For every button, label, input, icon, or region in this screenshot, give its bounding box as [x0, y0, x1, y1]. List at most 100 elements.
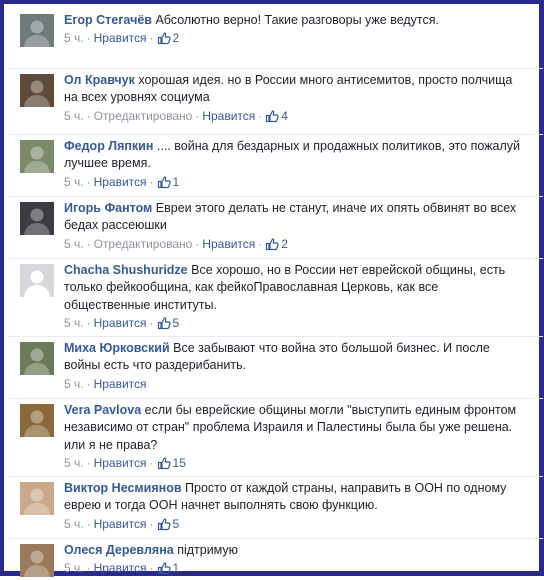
thumbs-up-icon: [266, 109, 279, 122]
author-name-link[interactable]: Chacha Shushuridze: [64, 263, 188, 277]
edited-label[interactable]: Отредактировано: [94, 109, 193, 123]
separator-dot: ·: [149, 561, 154, 576]
comment-timestamp[interactable]: 5 ч.: [64, 316, 84, 330]
comment-body: Егор Стегачёв Абсолютно верно! Такие раз…: [64, 12, 522, 46]
like-count[interactable]: 15: [157, 456, 186, 470]
avatar[interactable]: [20, 74, 54, 107]
comment-timestamp[interactable]: 5 ч.: [64, 31, 84, 45]
like-count-number: 1: [172, 561, 180, 576]
thumbs-up-icon: [266, 237, 279, 250]
comment-content: Chacha Shushuridze Все хорошо, но в Росс…: [64, 262, 522, 314]
comment-meta: 5 ч. · Нравится: [64, 376, 522, 392]
comment-meta: 5 ч. · Нравится · 1: [64, 174, 522, 190]
like-button[interactable]: Нравится: [94, 456, 147, 470]
comment-timestamp[interactable]: 5 ч.: [64, 109, 84, 123]
like-button[interactable]: Нравится: [94, 561, 147, 575]
separator-dot: ·: [86, 31, 91, 46]
like-count-number: 5: [172, 516, 180, 531]
comment-timestamp[interactable]: 5 ч.: [64, 456, 84, 470]
separator-dot: ·: [149, 455, 154, 470]
comment: Chacha Shushuridze Все хорошо, но в Росс…: [8, 258, 543, 337]
like-button[interactable]: Нравится: [94, 31, 147, 45]
author-name-link[interactable]: Егор Стегачёв: [64, 13, 152, 27]
comment-timestamp[interactable]: 5 ч.: [64, 517, 84, 531]
separator-dot: ·: [86, 315, 91, 330]
avatar[interactable]: [20, 14, 54, 47]
comment: Федор Ляпкин .... война для бездарных и …: [8, 134, 543, 197]
edited-label[interactable]: Отредактировано: [94, 237, 193, 251]
like-button[interactable]: Нравится: [94, 316, 147, 330]
comment-text: Абсолютно верно! Такие разговоры уже вед…: [155, 13, 439, 27]
comment-meta: 5 ч. · Нравится · 5: [64, 516, 522, 532]
comment-body: Ол Кравчук хорошая идея. но в России мно…: [64, 72, 522, 124]
separator-dot: ·: [86, 561, 91, 576]
like-button[interactable]: Нравится: [94, 175, 147, 189]
separator-dot: ·: [258, 236, 263, 251]
like-count[interactable]: 4: [265, 109, 288, 123]
comment-timestamp[interactable]: 5 ч.: [64, 377, 84, 391]
author-name-link[interactable]: Миха Юрковский: [64, 341, 170, 355]
thumbs-up-icon: [157, 175, 171, 188]
like-count[interactable]: 5: [157, 315, 180, 330]
like-count-number: 15: [172, 455, 186, 470]
thumbs-up-icon: [157, 457, 171, 469]
author-name-link[interactable]: Игорь Фантом: [64, 201, 152, 215]
avatar[interactable]: [20, 342, 54, 375]
avatar[interactable]: [20, 404, 54, 437]
comment-timestamp[interactable]: 5 ч.: [64, 237, 84, 251]
author-name-link[interactable]: Федор Ляпкин: [64, 139, 153, 153]
comment: Виктор Несмиянов Просто от каждой страны…: [8, 476, 543, 539]
thumbs-up-icon: [157, 317, 171, 329]
like-button[interactable]: Нравится: [94, 377, 147, 391]
comment-body: Миха Юрковский Все забывают что война эт…: [64, 340, 522, 392]
comment: Миха Юрковский Все забывают что война эт…: [8, 336, 543, 399]
comments-frame: Егор Стегачёв Абсолютно верно! Такие раз…: [0, 0, 544, 577]
author-name-link[interactable]: Ол Кравчук: [64, 73, 135, 87]
like-count[interactable]: 5: [157, 516, 180, 531]
author-name-link[interactable]: Виктор Несмиянов: [64, 481, 182, 495]
like-count-number: 2: [172, 31, 180, 46]
comment-text: підтримую: [177, 543, 239, 557]
author-name-link[interactable]: Vera Pavlova: [64, 403, 141, 417]
like-button[interactable]: Нравится: [202, 109, 255, 123]
comment-body: Олеся Деревляна підтримую 5 ч. · Нравится · 1: [64, 542, 522, 576]
like-count-number: 5: [172, 315, 180, 330]
like-count-number: 1: [172, 174, 180, 189]
like-count-number: 4: [281, 108, 288, 123]
separator-dot: ·: [195, 108, 200, 123]
comment-body: Chacha Shushuridze Все хорошо, но в Росс…: [64, 262, 522, 331]
like-count[interactable]: 1: [157, 561, 180, 576]
comment: Олеся Деревляна підтримую 5 ч. · Нравится · 1: [8, 538, 543, 580]
comment-timestamp[interactable]: 5 ч.: [64, 175, 84, 189]
separator-dot: ·: [149, 174, 154, 189]
like-count[interactable]: 2: [265, 237, 288, 251]
separator-dot: ·: [86, 516, 91, 531]
comment-meta: 5 ч. · Нравится · 5: [64, 315, 522, 331]
comment: Егор Стегачёв Абсолютно верно! Такие раз…: [8, 8, 543, 69]
author-name-link[interactable]: Олеся Деревляна: [64, 543, 174, 557]
comment-meta: 5 ч. · Нравится · 1: [64, 560, 522, 576]
separator-dot: ·: [86, 376, 91, 391]
like-button[interactable]: Нравится: [94, 517, 147, 531]
like-count-number: 2: [281, 236, 288, 251]
like-count[interactable]: 2: [157, 31, 180, 46]
like-button[interactable]: Нравится: [202, 237, 255, 251]
comment-content: Федор Ляпкин .... война для бездарных и …: [64, 138, 522, 173]
avatar[interactable]: [20, 202, 54, 235]
comment-timestamp[interactable]: 5 ч.: [64, 561, 84, 575]
avatar[interactable]: [20, 140, 54, 173]
comment-content: Ол Кравчук хорошая идея. но в России мно…: [64, 72, 522, 107]
separator-dot: ·: [195, 236, 200, 251]
comment-content: Игорь Фантом Евреи этого делать не стану…: [64, 200, 522, 235]
comment: Игорь Фантом Евреи этого делать не стану…: [8, 196, 543, 259]
avatar[interactable]: [20, 544, 54, 577]
separator-dot: ·: [149, 315, 154, 330]
comment-body: Федор Ляпкин .... война для бездарных и …: [64, 138, 522, 190]
comment-content: Виктор Несмиянов Просто от каждой страны…: [64, 480, 522, 515]
avatar[interactable]: [20, 482, 54, 515]
comment-content: Олеся Деревляна підтримую: [64, 542, 522, 559]
avatar[interactable]: [20, 264, 54, 297]
comment-content: Vera Pavlova если бы еврейские общины мо…: [64, 402, 522, 454]
comment: Ол Кравчук хорошая идея. но в России мно…: [8, 68, 543, 135]
like-count[interactable]: 1: [157, 174, 180, 189]
